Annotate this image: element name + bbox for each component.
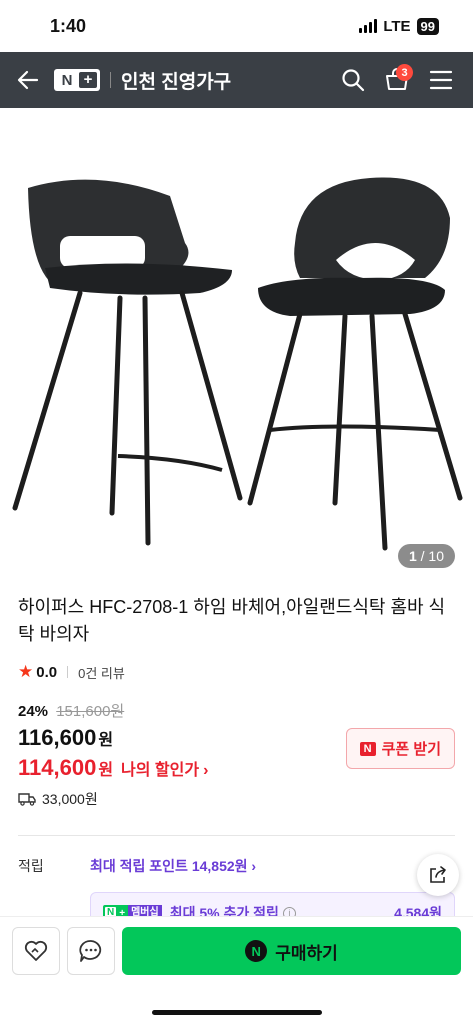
app-header: N + 인천 진영가구 3 bbox=[0, 52, 473, 108]
pager-total: 10 bbox=[428, 548, 444, 564]
stool-front-view bbox=[247, 177, 463, 551]
naver-plus-logo[interactable]: N + bbox=[54, 69, 100, 91]
bottom-action-bar: N 구매하기 bbox=[0, 916, 473, 1024]
cart-icon[interactable]: 3 bbox=[379, 62, 415, 98]
points-label: 적립 bbox=[18, 858, 44, 874]
price-block: 24% 151,600원 116,600 원 114,600 원 나의 할인가 › … bbox=[18, 700, 455, 781]
wishlist-button[interactable] bbox=[12, 927, 60, 975]
chevron-right-icon[interactable]: › bbox=[203, 762, 208, 780]
naver-pay-icon: N bbox=[245, 940, 268, 962]
chat-button[interactable] bbox=[67, 927, 115, 975]
home-indicator bbox=[152, 1010, 322, 1015]
bar-stool-image bbox=[12, 177, 463, 551]
product-image-gallery[interactable]: 1 / 10 bbox=[0, 108, 473, 578]
battery-icon: 99 bbox=[416, 17, 439, 35]
points-row: 적립 최대 적립 포인트 14,852원 › bbox=[18, 856, 455, 876]
sale-price: 116,600 bbox=[18, 725, 97, 750]
pager-separator: / bbox=[420, 548, 425, 564]
status-indicators: LTE 99 bbox=[359, 17, 439, 35]
back-arrow-icon[interactable] bbox=[14, 66, 42, 94]
my-price: 114,600 bbox=[18, 755, 97, 780]
logo-n: N bbox=[61, 71, 73, 89]
discount-rate: 24% bbox=[18, 703, 49, 720]
truck-icon bbox=[18, 793, 36, 806]
search-icon[interactable] bbox=[335, 62, 371, 98]
delivery-fee: 33,000원 bbox=[42, 791, 98, 807]
store-name[interactable]: 인천 진영가구 bbox=[121, 67, 327, 94]
my-price-won: 원 bbox=[98, 762, 114, 779]
chat-icon bbox=[79, 940, 102, 962]
max-points-text: 최대 적립 포인트 14,852원 bbox=[90, 858, 248, 874]
network-label: LTE bbox=[383, 17, 411, 35]
buy-label: 구매하기 bbox=[275, 943, 338, 963]
signal-icon bbox=[359, 19, 378, 33]
coupon-label: 쿠폰 받기 bbox=[381, 741, 441, 758]
review-count[interactable]: 0건 리뷰 bbox=[78, 663, 125, 682]
delivery-row: 33,000원 bbox=[18, 789, 455, 809]
status-time: 1:40 bbox=[50, 15, 87, 36]
my-price-label[interactable]: 나의 할인가 bbox=[121, 756, 199, 780]
stool-back-view bbox=[12, 179, 243, 546]
share-button[interactable] bbox=[417, 854, 459, 896]
original-price: 151,600원 bbox=[56, 703, 125, 720]
menu-icon[interactable] bbox=[423, 62, 459, 98]
cart-count-badge: 3 bbox=[396, 64, 413, 81]
product-title: 하이퍼스 HFC-2708-1 하임 바체어,아일랜드식탁 홈바 식탁 바의자 bbox=[18, 597, 446, 644]
share-icon bbox=[430, 866, 446, 883]
status-bar: 1:40 LTE 99 bbox=[0, 0, 473, 52]
coupon-button[interactable]: N 쿠폰 받기 bbox=[345, 728, 455, 769]
discount-row: 24% 151,600원 bbox=[18, 700, 455, 721]
rating-divider bbox=[67, 666, 69, 678]
logo-plus: + bbox=[79, 72, 97, 88]
pager-current: 1 bbox=[408, 548, 417, 564]
header-divider bbox=[110, 72, 111, 88]
coupon-badge-icon: N bbox=[359, 741, 376, 756]
image-pager: 1 / 10 bbox=[397, 544, 455, 568]
star-icon: ★ bbox=[18, 662, 34, 681]
buy-button[interactable]: N 구매하기 bbox=[122, 927, 461, 975]
sale-price-won: 원 bbox=[98, 732, 114, 749]
max-points-link[interactable]: 최대 적립 포인트 14,852원 › bbox=[90, 856, 256, 876]
section-divider bbox=[18, 835, 455, 836]
rating-row[interactable]: ★ 0.0 0건 리뷰 bbox=[18, 662, 455, 682]
product-info: 하이퍼스 HFC-2708-1 하임 바체어,아일랜드식탁 홈바 식탁 바의자 … bbox=[0, 594, 473, 934]
rating-score: 0.0 bbox=[36, 663, 58, 681]
heart-icon bbox=[24, 940, 48, 961]
